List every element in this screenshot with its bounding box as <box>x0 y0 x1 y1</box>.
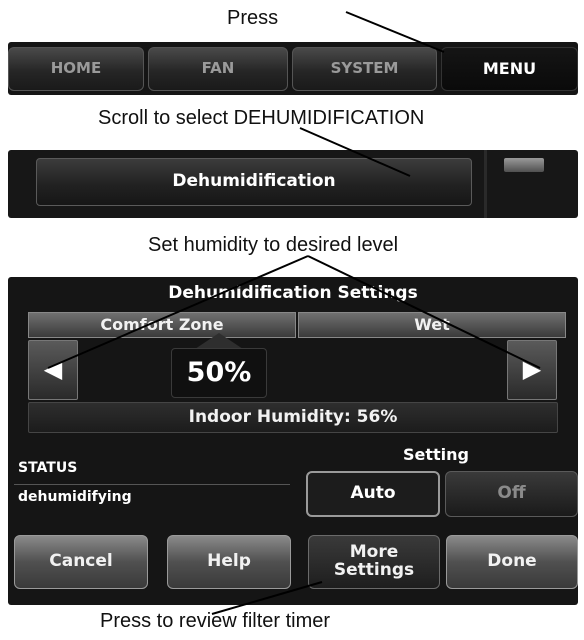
pointer-dehumidification <box>299 127 411 177</box>
pointer-more-settings <box>211 581 323 615</box>
pointer-increase <box>307 255 541 369</box>
callout-lines <box>47 11 541 615</box>
pointer-menu <box>345 11 445 53</box>
pointer-decrease <box>47 255 309 369</box>
